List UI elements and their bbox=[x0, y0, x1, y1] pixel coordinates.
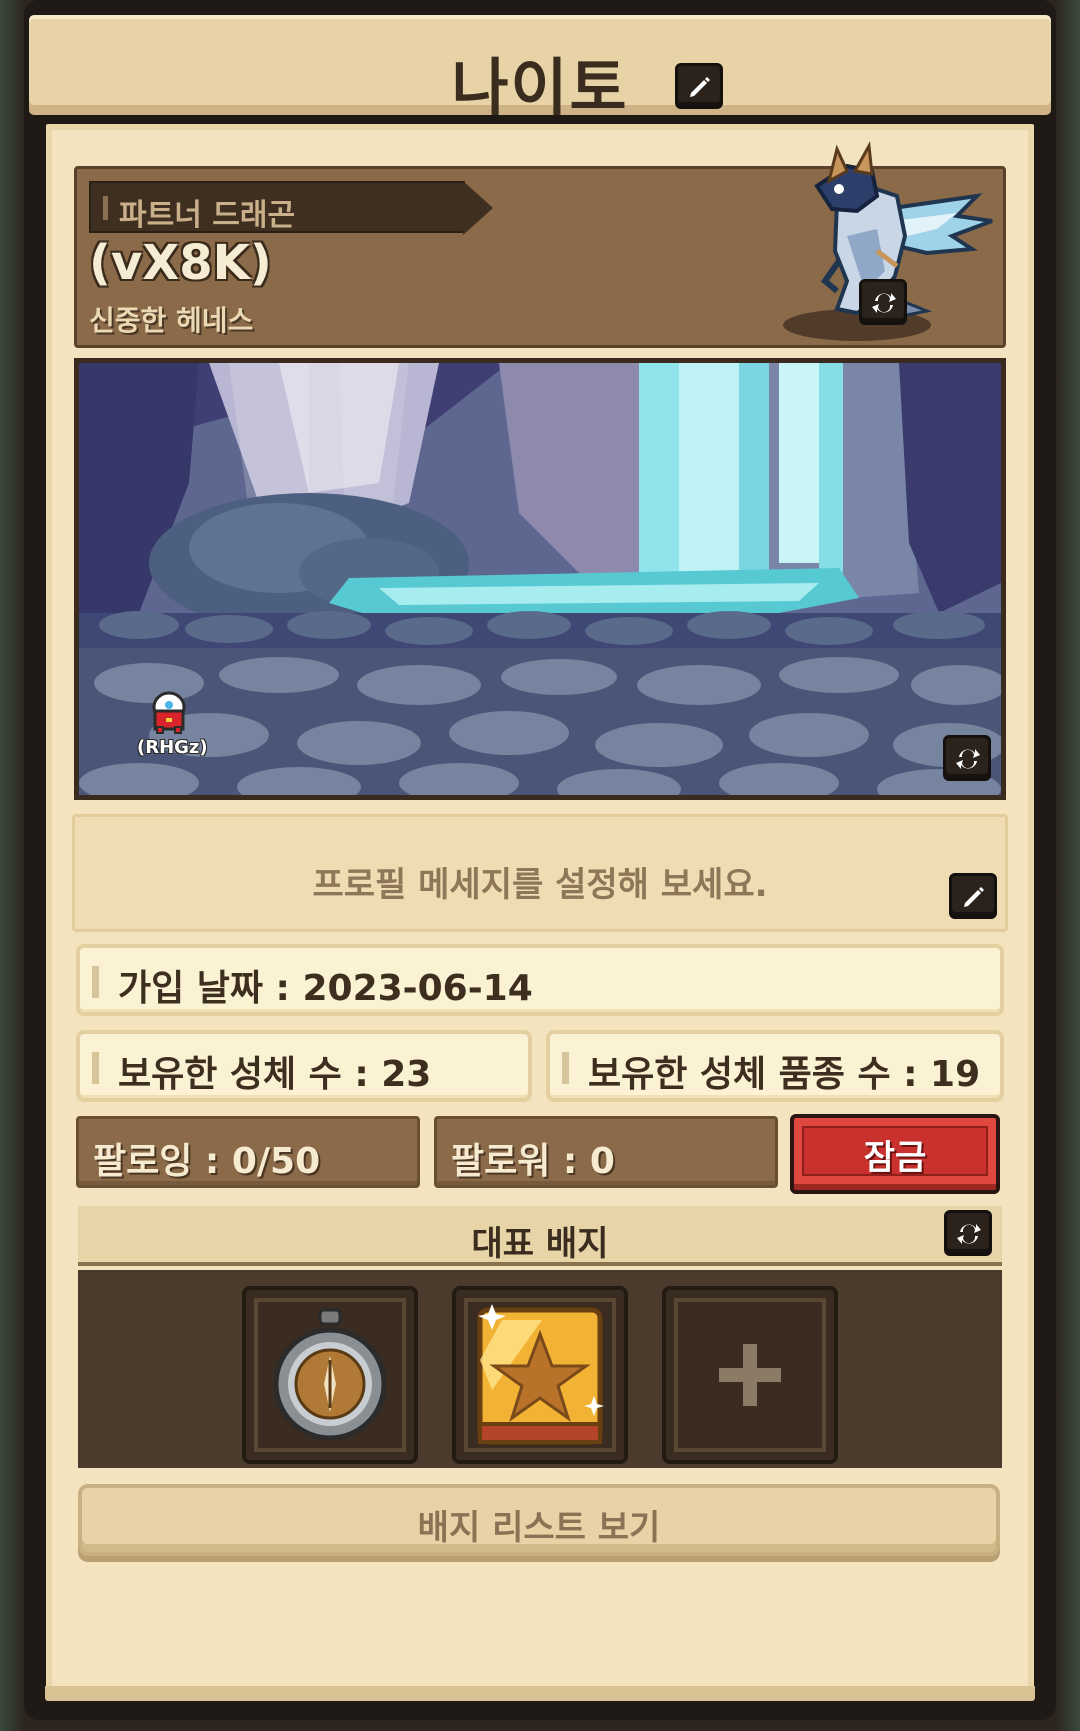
edit-nickname-button[interactable] bbox=[675, 63, 723, 109]
change-background-button[interactable] bbox=[943, 735, 991, 781]
compass-badge-icon bbox=[273, 1308, 387, 1441]
join-date: 가입 날짜 : 2023-06-14 bbox=[118, 968, 533, 1009]
pet-sprite bbox=[152, 691, 186, 734]
profile-message-placeholder: 프로필 메세지를 설정해 보세요. bbox=[312, 865, 768, 905]
owned-adults-count: 보유한 성체 수 : 23 bbox=[118, 1054, 432, 1095]
following-count: 팔로잉 : 0/50 bbox=[93, 1141, 321, 1182]
view-badge-list-button[interactable]: 배지 리스트 보기 bbox=[78, 1484, 1000, 1556]
tag-bar bbox=[103, 196, 108, 220]
plus-icon bbox=[719, 1344, 781, 1406]
badge-slot-1[interactable] bbox=[242, 1286, 418, 1464]
lock-button[interactable]: 잠금 bbox=[790, 1114, 1000, 1194]
followers-count: 팔로워 : 0 bbox=[451, 1141, 615, 1182]
row-bar bbox=[562, 1052, 569, 1084]
owned-adults-row: 보유한 성체 수 : 23 bbox=[76, 1030, 532, 1102]
profile-background-scene: (RHGz) bbox=[74, 358, 1006, 800]
owned-species-count: 보유한 성체 품종 수 : 19 bbox=[588, 1054, 981, 1095]
pencil-icon bbox=[964, 887, 984, 907]
lock-label: 잠금 bbox=[863, 1138, 927, 1178]
change-badges-button[interactable] bbox=[944, 1210, 992, 1256]
featured-badges-area bbox=[78, 1270, 1002, 1468]
partner-dragon-panel: 파트너 드래곤 (vX8K) 신중한 헤네스 bbox=[74, 141, 1006, 348]
panel-bottom-edge bbox=[42, 1686, 1038, 1704]
featured-badges-title: 대표 배지 bbox=[471, 1224, 609, 1264]
pencil-icon bbox=[690, 77, 710, 97]
join-date-row: 가입 날짜 : 2023-06-14 bbox=[76, 944, 1004, 1016]
edit-message-button[interactable] bbox=[949, 873, 997, 919]
partner-dragon-name: (vX8K) bbox=[89, 235, 272, 291]
view-badge-list-label: 배지 리스트 보기 bbox=[417, 1508, 661, 1548]
followers-button[interactable]: 팔로워 : 0 bbox=[434, 1116, 778, 1188]
profile-title: 나이토 bbox=[29, 37, 1051, 127]
profile-message-box[interactable]: 프로필 메세지를 설정해 보세요. bbox=[72, 814, 1008, 932]
nickname: 나이토 bbox=[451, 51, 629, 124]
partner-dragon-type: 신중한 헤네스 bbox=[89, 304, 254, 337]
owned-species-row: 보유한 성체 품종 수 : 19 bbox=[546, 1030, 1004, 1102]
pet-label: (RHGz) bbox=[137, 737, 208, 758]
cave-waterfall-illustration bbox=[79, 363, 1001, 795]
title-bar: 나이토 bbox=[24, 10, 1056, 124]
partner-tag: 파트너 드래곤 bbox=[89, 181, 493, 235]
swap-icon bbox=[956, 749, 980, 769]
badge-slot-2[interactable] bbox=[452, 1286, 628, 1464]
badge-slot-3-empty[interactable] bbox=[662, 1286, 838, 1464]
swap-icon bbox=[872, 293, 896, 313]
partner-tag-label: 파트너 드래곤 bbox=[119, 198, 296, 233]
following-button[interactable]: 팔로잉 : 0/50 bbox=[76, 1116, 420, 1188]
featured-badges-header: 대표 배지 bbox=[78, 1206, 1002, 1266]
row-bar bbox=[92, 1052, 99, 1084]
star-book-badge-icon bbox=[477, 1304, 604, 1445]
row-bar bbox=[92, 966, 99, 998]
swap-icon bbox=[957, 1224, 981, 1244]
change-partner-button[interactable] bbox=[859, 279, 907, 325]
